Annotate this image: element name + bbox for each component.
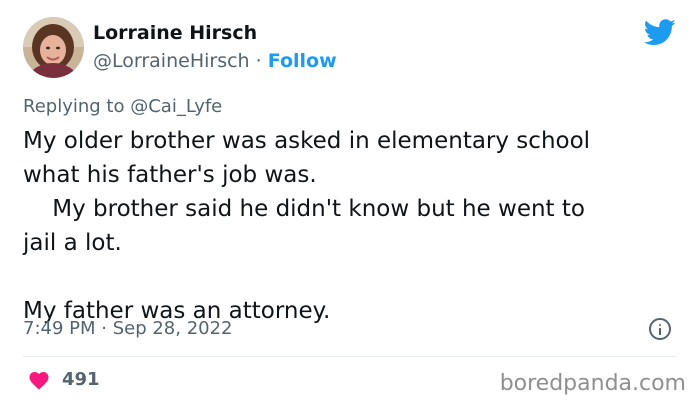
twitter-bird-icon[interactable] bbox=[643, 19, 676, 50]
info-icon[interactable] bbox=[649, 318, 671, 340]
author-handle-row: @LorraineHirsch · Follow bbox=[93, 50, 337, 72]
reply-prefix: Replying to bbox=[23, 96, 125, 117]
author-name[interactable]: Lorraine Hirsch bbox=[93, 22, 257, 44]
reply-handle[interactable]: @Cai_Lyfe bbox=[130, 96, 222, 117]
divider bbox=[23, 356, 677, 357]
reply-context: Replying to @Cai_Lyfe bbox=[23, 96, 222, 117]
tweet-timestamp[interactable]: 7:49 PM · Sep 28, 2022 bbox=[23, 318, 233, 339]
separator: · bbox=[255, 50, 262, 72]
like-button[interactable]: 491 bbox=[28, 369, 100, 390]
author-handle[interactable]: @LorraineHirsch bbox=[93, 50, 250, 72]
watermark: boredpanda.com bbox=[499, 371, 686, 396]
follow-button[interactable]: Follow bbox=[268, 50, 337, 72]
like-count: 491 bbox=[62, 369, 100, 390]
tweet-text: My older brother was asked in elementary… bbox=[23, 128, 591, 324]
avatar[interactable] bbox=[23, 17, 84, 78]
heart-icon bbox=[29, 371, 49, 390]
